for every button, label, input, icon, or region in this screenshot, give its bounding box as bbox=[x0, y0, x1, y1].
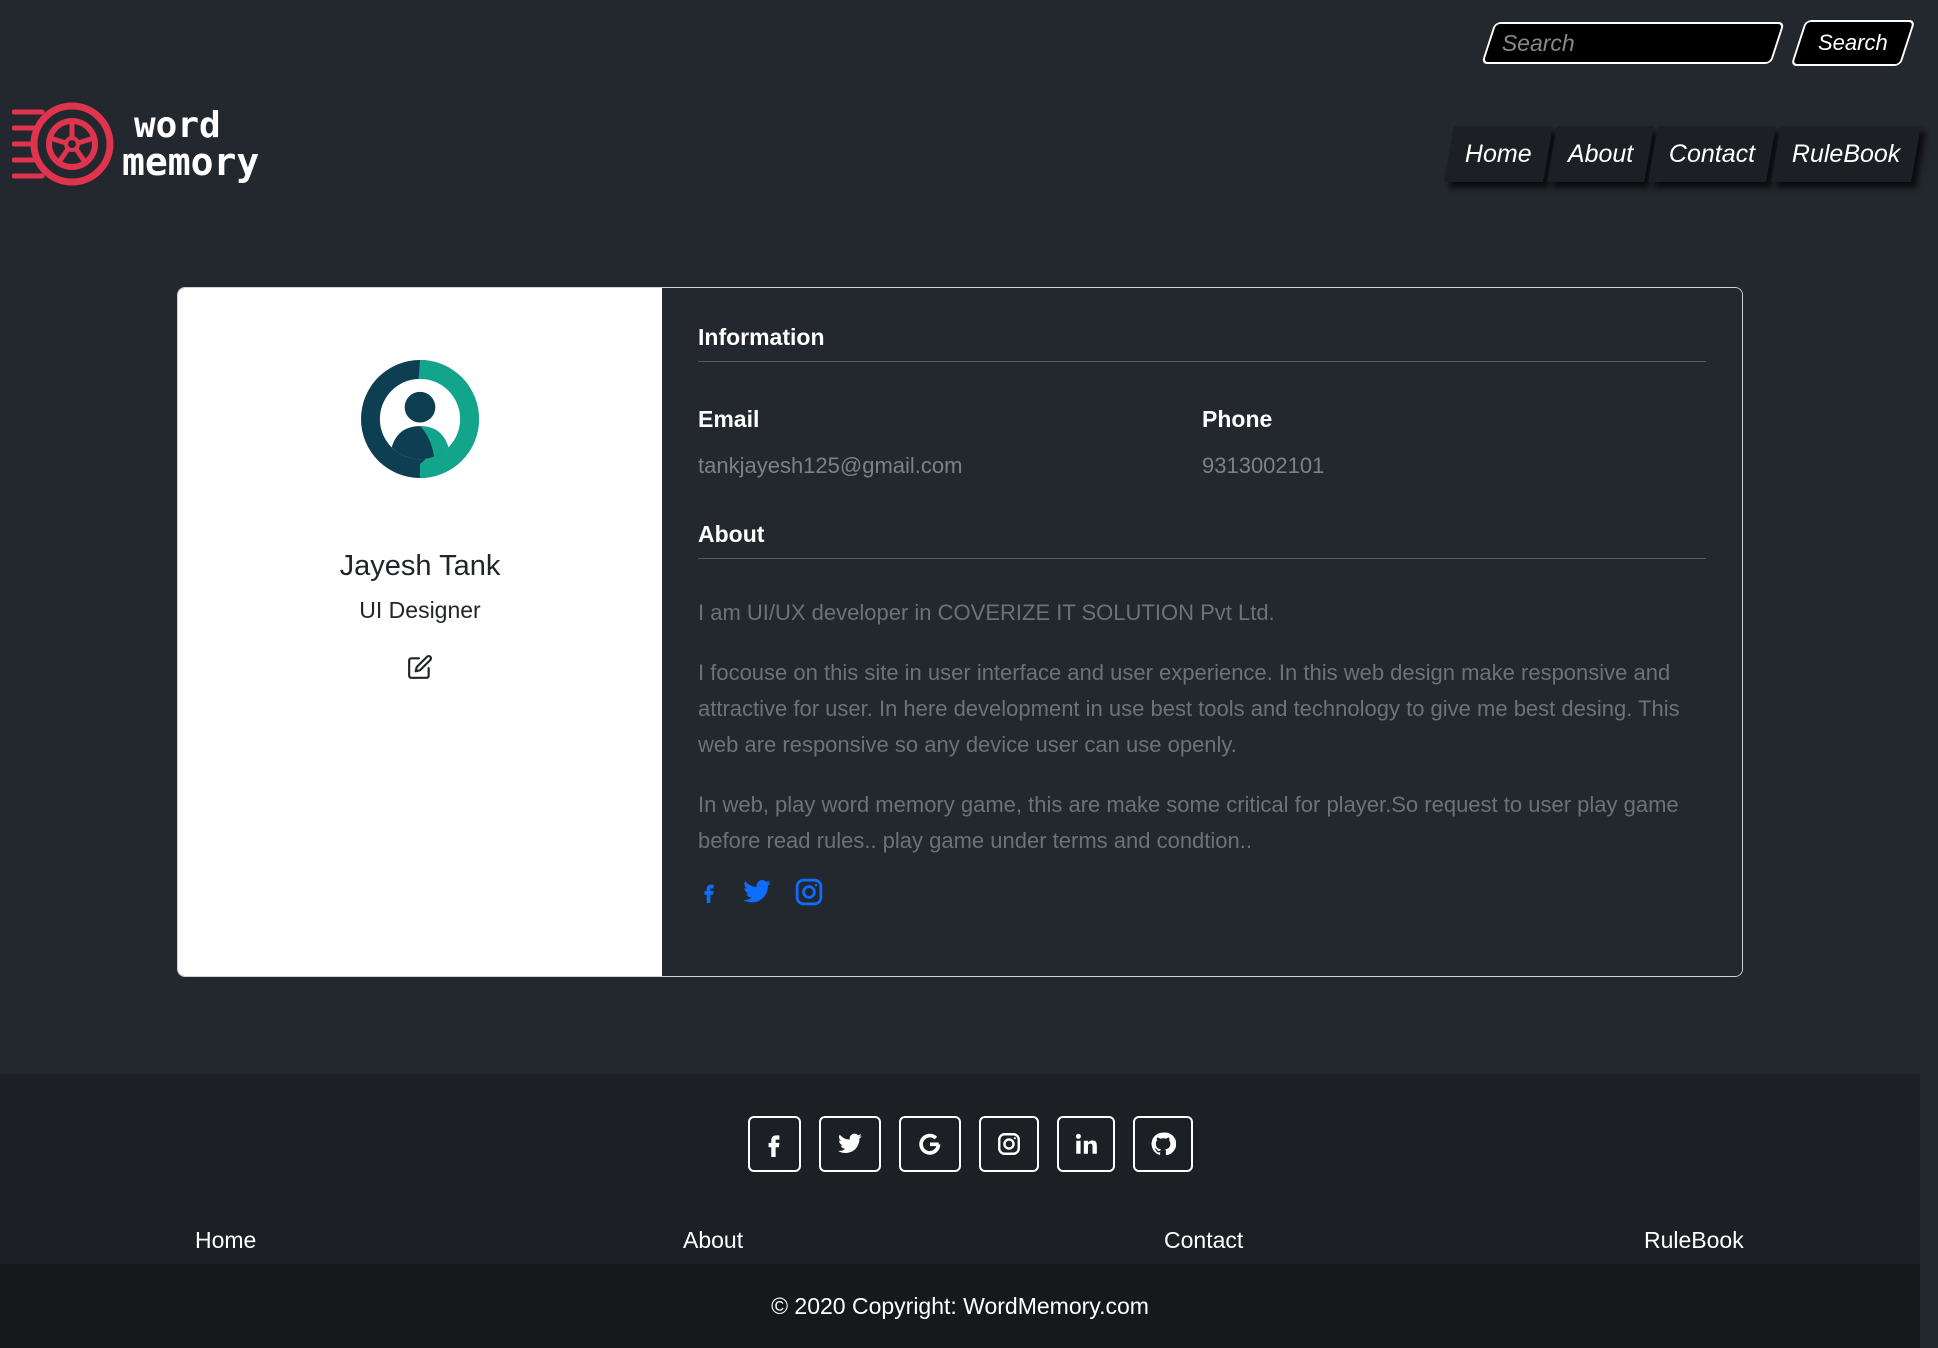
logo-word-2: memory bbox=[122, 140, 260, 184]
main-nav: Home About Contact RuleBook bbox=[1444, 126, 1921, 182]
search-field[interactable] bbox=[1481, 22, 1786, 64]
logo[interactable]: word memory bbox=[12, 98, 259, 190]
github-icon bbox=[1151, 1132, 1176, 1156]
facebook-icon bbox=[768, 1135, 780, 1157]
footer-link-rulebook[interactable]: RuleBook bbox=[1644, 1227, 1744, 1254]
edit-icon[interactable] bbox=[407, 654, 433, 680]
search-button-label: Search bbox=[1818, 30, 1888, 55]
profile-role: UI Designer bbox=[359, 597, 481, 623]
nav-home-label: Home bbox=[1465, 139, 1533, 168]
nav-contact[interactable]: Contact bbox=[1648, 126, 1777, 182]
user-avatar-icon bbox=[361, 360, 479, 478]
nav-about[interactable]: About bbox=[1547, 126, 1655, 182]
footer-google-button[interactable] bbox=[898, 1116, 961, 1172]
phone-label: Phone bbox=[1202, 406, 1273, 432]
profile-summary: Jayesh Tank UI Designer bbox=[178, 288, 662, 976]
email-label: Email bbox=[698, 406, 760, 432]
logo-word-1: word bbox=[134, 105, 221, 146]
phone-block: Phone 9313002101 bbox=[1202, 406, 1706, 479]
google-icon bbox=[918, 1133, 940, 1155]
about-text: I am UI/UX developer in COVERIZE IT SOLU… bbox=[698, 595, 1706, 859]
footer-link-about[interactable]: About bbox=[683, 1227, 743, 1254]
nav-rulebook[interactable]: RuleBook bbox=[1770, 126, 1921, 182]
copyright-text: © 2020 Copyright: WordMemory.com bbox=[771, 1292, 1149, 1319]
phone-value: 9313002101 bbox=[1202, 453, 1325, 478]
nav-rulebook-label: RuleBook bbox=[1791, 139, 1900, 168]
linkedin-icon bbox=[1075, 1133, 1097, 1154]
facebook-icon[interactable] bbox=[698, 877, 720, 907]
twitter-icon bbox=[837, 1133, 862, 1153]
instagram-icon[interactable] bbox=[794, 877, 824, 907]
contact-info: Email tankjayesh125@gmail.com Phone 9313… bbox=[698, 406, 1706, 479]
logo-text: word memory bbox=[122, 105, 260, 184]
profile-page: Search word memory bbox=[0, 0, 1938, 1348]
profile-name: Jayesh Tank bbox=[339, 550, 501, 582]
footer-linkedin-button[interactable] bbox=[1056, 1116, 1115, 1172]
footer-github-button[interactable] bbox=[1132, 1116, 1193, 1172]
logo-wheel-icon bbox=[12, 102, 114, 186]
about-paragraph: I focouse on this site in user interface… bbox=[698, 660, 1680, 757]
footer-link-home[interactable]: Home bbox=[195, 1227, 256, 1254]
about-paragraph: In web, play word memory game, this are … bbox=[698, 792, 1679, 853]
search-input[interactable] bbox=[1502, 29, 1763, 57]
email-value: tankjayesh125@gmail.com bbox=[698, 453, 963, 478]
copyright: © 2020 Copyright: WordMemory.com bbox=[0, 1264, 1920, 1348]
about-heading: About bbox=[698, 521, 1706, 559]
instagram-icon bbox=[997, 1133, 1020, 1155]
nav-about-label: About bbox=[1568, 139, 1634, 168]
nav-home[interactable]: Home bbox=[1444, 126, 1554, 182]
footer: Home About Contact RuleBook © 2020 Copyr… bbox=[0, 1074, 1920, 1348]
footer-twitter-button[interactable] bbox=[818, 1116, 881, 1172]
information-heading: Information bbox=[698, 324, 1706, 362]
footer-nav: Home About Contact RuleBook bbox=[0, 1227, 1920, 1263]
profile-details: Information Email tankjayesh125@gmail.co… bbox=[662, 288, 1742, 976]
footer-facebook-button[interactable] bbox=[747, 1116, 801, 1172]
search-button[interactable]: Search bbox=[1790, 20, 1916, 66]
footer-social-links bbox=[20, 1116, 1920, 1172]
twitter-icon[interactable] bbox=[742, 877, 772, 907]
profile-social-links bbox=[698, 877, 1706, 907]
footer-instagram-button[interactable] bbox=[978, 1116, 1039, 1172]
about-paragraph: I am UI/UX developer in COVERIZE IT SOLU… bbox=[698, 600, 1275, 625]
email-block: Email tankjayesh125@gmail.com bbox=[698, 406, 1202, 479]
search-bar: Search bbox=[1481, 20, 1916, 66]
footer-link-contact[interactable]: Contact bbox=[1164, 1227, 1243, 1254]
profile-card: Jayesh Tank UI Designer Information Emai… bbox=[177, 287, 1743, 977]
nav-contact-label: Contact bbox=[1669, 139, 1756, 168]
